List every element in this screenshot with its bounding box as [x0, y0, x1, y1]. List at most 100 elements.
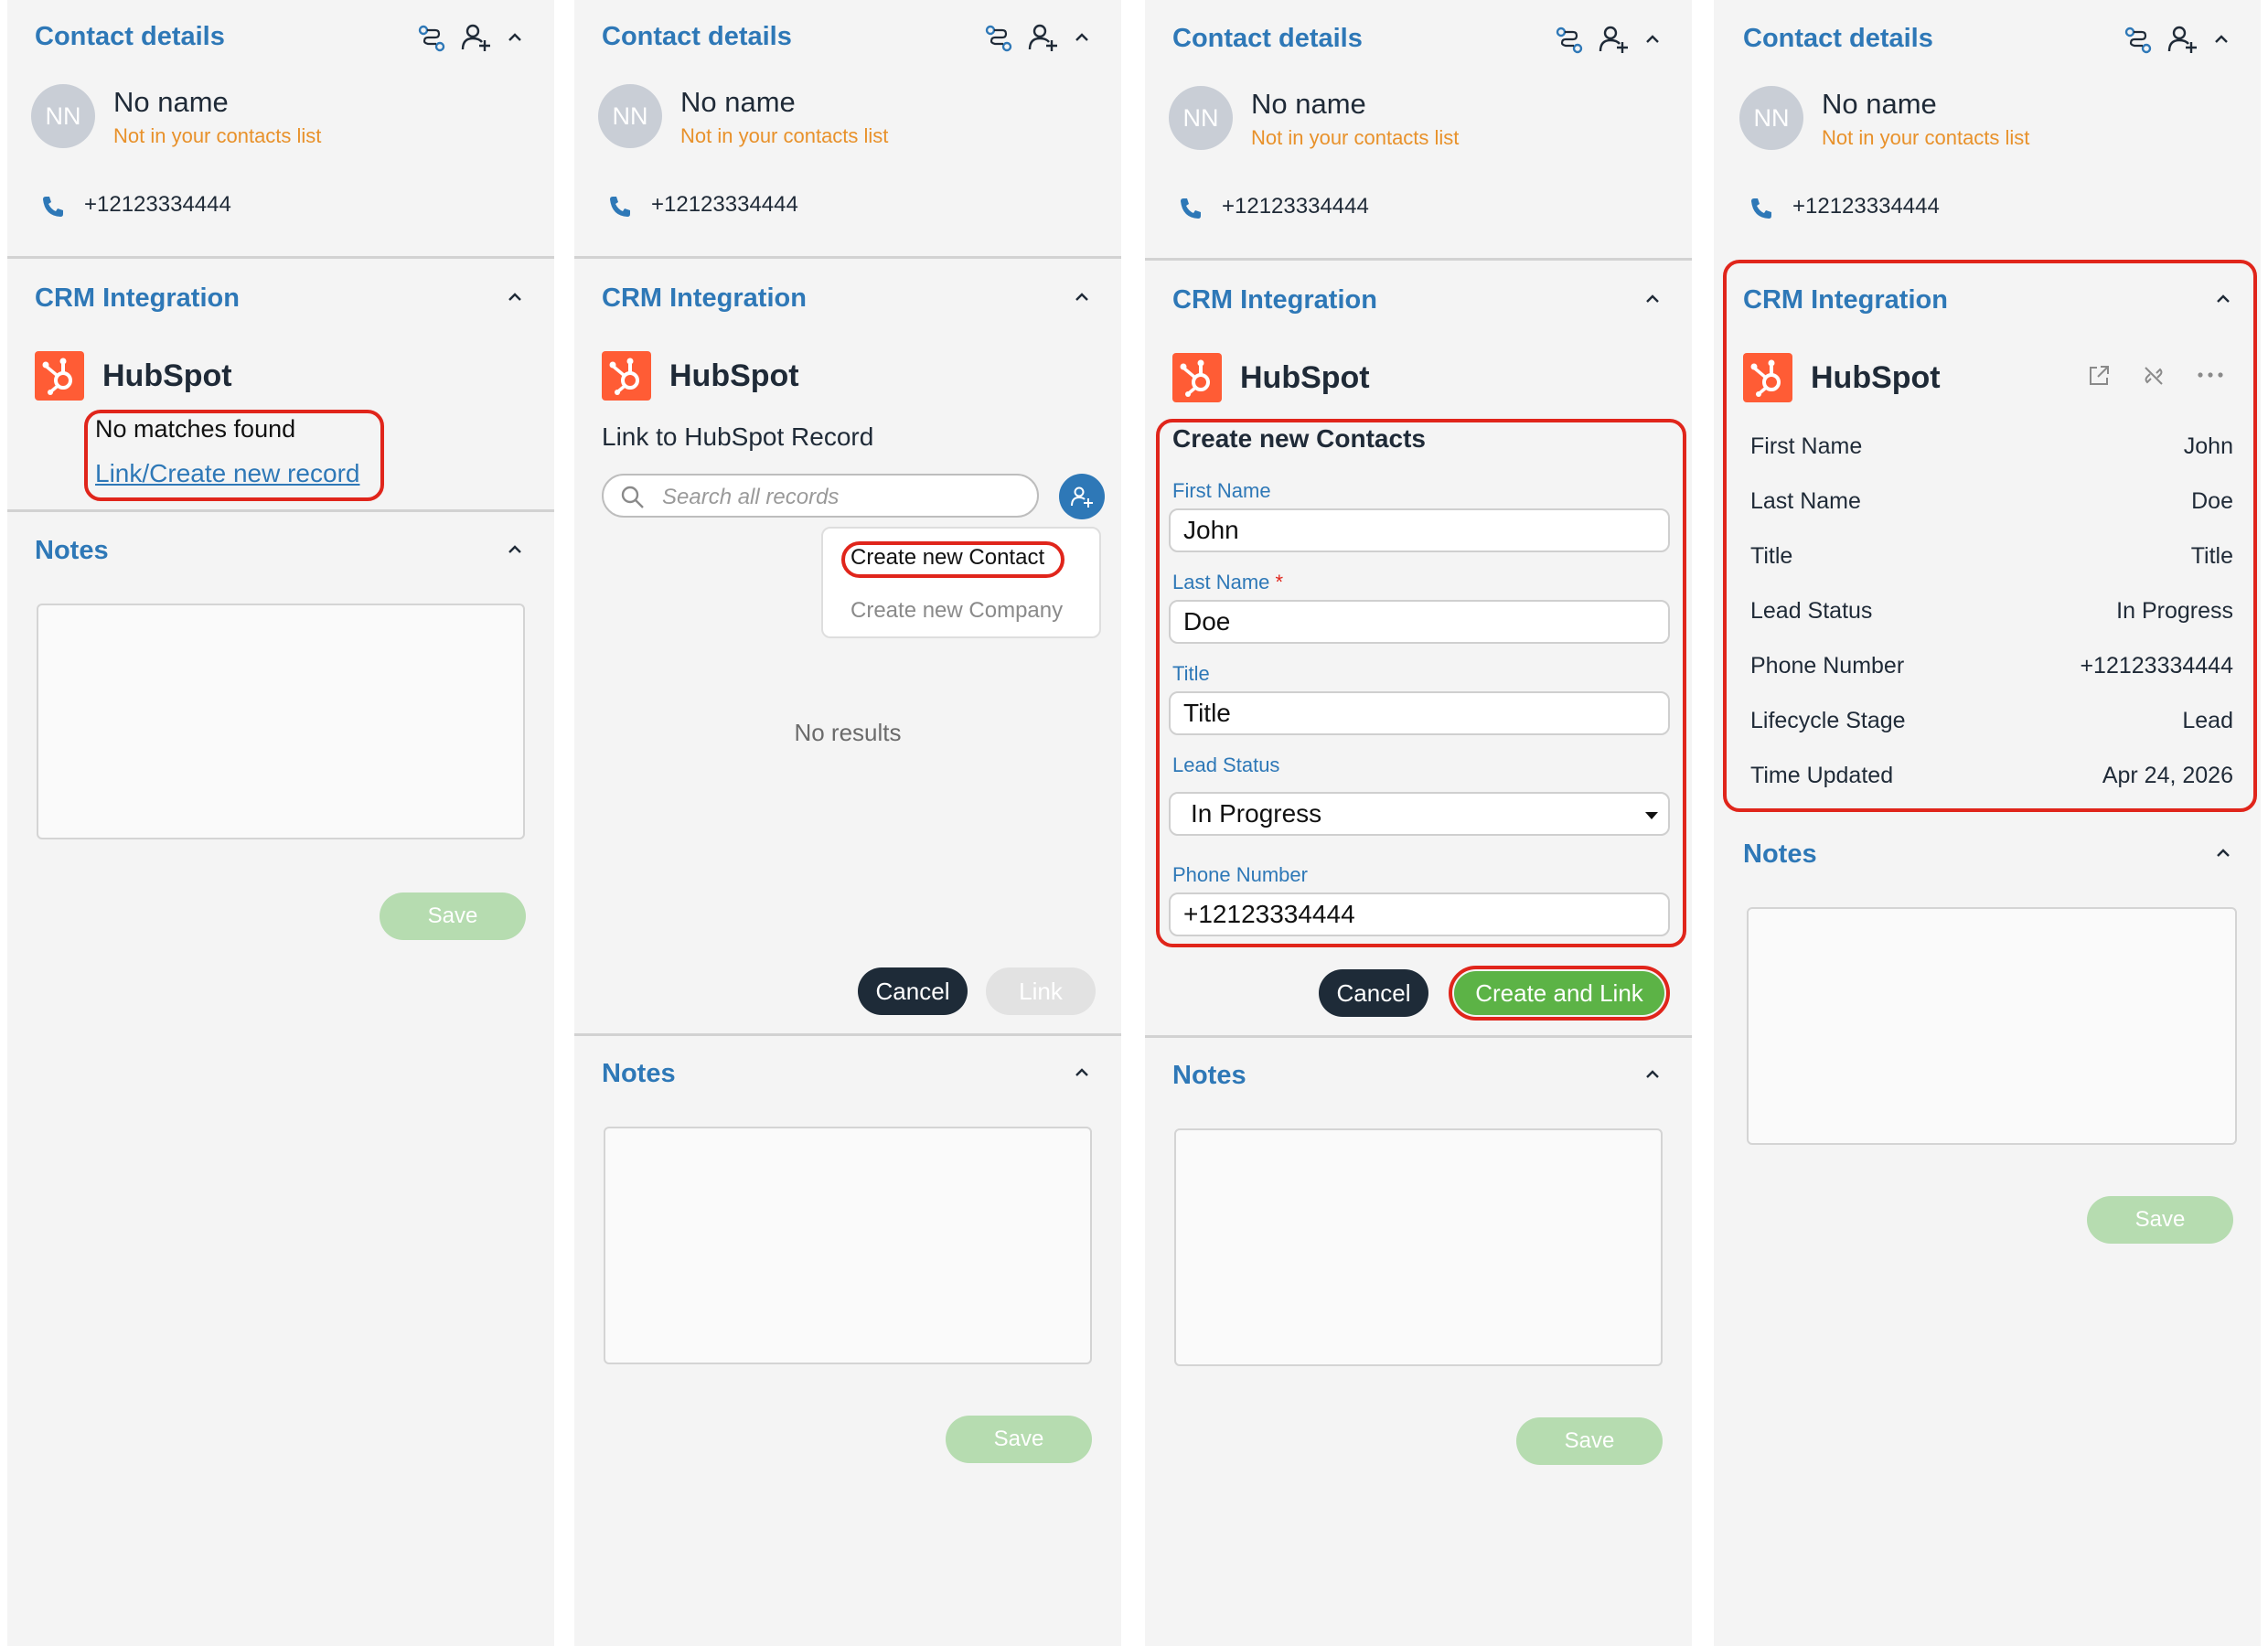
notes-title: Notes [1743, 839, 1817, 869]
field-label: Title [1750, 543, 1793, 569]
create-record-button[interactable] [1059, 474, 1105, 519]
chevron-up-icon[interactable] [1074, 1064, 1090, 1081]
phone-number[interactable]: +12123334444 [1792, 194, 1940, 219]
merge-icon[interactable] [417, 24, 446, 53]
hubspot-name: HubSpot [1240, 360, 1370, 395]
save-button[interactable]: Save [2087, 1196, 2233, 1244]
chevron-up-icon[interactable] [507, 541, 523, 558]
phone-number-label: Phone Number [1172, 863, 1308, 886]
phone-icon [610, 197, 630, 217]
lead-status-value: In Progress [1191, 799, 1322, 828]
contact-name: No name [1251, 88, 1366, 120]
chevron-up-icon[interactable] [1644, 291, 1661, 307]
phone-number-field[interactable]: +12123334444 [1169, 892, 1670, 936]
phone-number[interactable]: +12123334444 [84, 192, 231, 218]
add-contact-icon[interactable] [1028, 22, 1059, 53]
notes-title: Notes [602, 1059, 676, 1088]
avatar: NN [1169, 86, 1233, 150]
chevron-up-icon[interactable] [1074, 289, 1090, 305]
contact-name: No name [680, 86, 796, 118]
hubspot-name: HubSpot [669, 358, 799, 393]
field-value: John [2183, 433, 2233, 459]
chevron-up-icon[interactable] [507, 29, 523, 46]
no-matches-text: No matches found [95, 415, 296, 443]
divider [7, 509, 554, 512]
contact-details-title: Contact details [1172, 24, 1363, 53]
avatar: NN [31, 84, 95, 148]
cancel-button[interactable]: Cancel [858, 967, 968, 1015]
dropdown-arrow-icon [1645, 812, 1658, 819]
divider [574, 256, 1121, 259]
chevron-up-icon[interactable] [2215, 845, 2231, 861]
crm-integration-title: CRM Integration [1172, 285, 1377, 315]
create-menu: Create new Contact Create new Company [821, 527, 1101, 638]
field-label: Last Name [1750, 488, 1861, 514]
chevron-up-icon[interactable] [1074, 29, 1090, 46]
lead-status-select[interactable]: In Progress [1169, 792, 1670, 836]
chevron-up-icon[interactable] [507, 289, 523, 305]
first-name-field[interactable]: John [1169, 508, 1670, 552]
hubspot-logo-icon [35, 351, 84, 401]
field-value: Lead [2182, 708, 2233, 733]
cancel-button[interactable]: Cancel [1319, 969, 1428, 1017]
notes-textarea[interactable] [604, 1127, 1092, 1364]
last-name-field[interactable]: Doe [1169, 600, 1670, 644]
lead-status-label: Lead Status [1172, 754, 1280, 776]
search-input[interactable]: Search all records [602, 474, 1039, 518]
save-button[interactable]: Save [1516, 1417, 1663, 1465]
open-external-icon[interactable] [2087, 364, 2111, 388]
field-label: Phone Number [1750, 653, 1905, 679]
menu-item-create-company[interactable]: Create new Company [850, 598, 1063, 624]
crm-integration-title: CRM Integration [602, 283, 807, 313]
notes-textarea[interactable] [1174, 1128, 1663, 1366]
avatar: NN [1739, 86, 1803, 150]
notes-textarea[interactable] [1747, 907, 2237, 1145]
hubspot-name: HubSpot [1811, 360, 1941, 395]
merge-icon[interactable] [1555, 26, 1584, 55]
link-button[interactable]: Link [986, 967, 1096, 1015]
field-label: Lead Status [1750, 598, 1873, 624]
hubspot-logo-icon [1172, 353, 1222, 402]
chevron-up-icon[interactable] [1644, 1066, 1661, 1083]
crm-integration-title: CRM Integration [1743, 285, 1948, 315]
link-create-record-link[interactable]: Link/Create new record [95, 459, 359, 488]
field-value: Doe [2191, 488, 2233, 514]
divider [1145, 1035, 1692, 1038]
notes-title: Notes [35, 536, 109, 565]
add-contact-icon[interactable] [2167, 24, 2198, 55]
add-contact-icon[interactable] [461, 22, 492, 53]
phone-icon [43, 197, 63, 217]
more-options-icon[interactable] [2197, 368, 2224, 382]
panel-no-match: Contact details NN No name Not in your c… [7, 0, 554, 1646]
panel-create-contact: Contact details NN No name Not in your c… [1145, 0, 1692, 1646]
search-placeholder: Search all records [662, 485, 840, 509]
create-and-link-button[interactable]: Create and Link [1454, 971, 1664, 1015]
add-contact-icon[interactable] [1599, 24, 1630, 55]
notes-textarea[interactable] [37, 604, 525, 839]
save-button[interactable]: Save [946, 1416, 1092, 1463]
hubspot-name: HubSpot [102, 358, 232, 393]
field-value: +12123334444 [2080, 653, 2233, 679]
chevron-up-icon[interactable] [2213, 31, 2230, 48]
contact-status: Not in your contacts list [1251, 126, 1460, 149]
field-label: Time Updated [1750, 763, 1894, 788]
contact-details-title: Contact details [1743, 24, 1933, 53]
no-results-text: No results [794, 719, 902, 746]
save-button[interactable]: Save [380, 892, 526, 940]
merge-icon[interactable] [984, 24, 1013, 53]
hubspot-logo-icon [1743, 353, 1792, 402]
chevron-up-icon[interactable] [2215, 291, 2231, 307]
merge-icon[interactable] [2124, 26, 2153, 55]
divider [7, 256, 554, 259]
phone-number[interactable]: +12123334444 [651, 192, 798, 218]
title-field[interactable]: Title [1169, 691, 1670, 735]
chevron-up-icon[interactable] [1644, 31, 1661, 48]
unlink-icon[interactable] [2142, 364, 2166, 388]
contact-name: No name [113, 86, 229, 118]
add-person-icon [1071, 486, 1093, 508]
crm-integration-title: CRM Integration [35, 283, 240, 313]
menu-item-create-contact[interactable]: Create new Contact [850, 545, 1044, 571]
first-name-label: First Name [1172, 479, 1271, 502]
phone-number[interactable]: +12123334444 [1222, 194, 1369, 219]
contact-name: No name [1822, 88, 1937, 120]
